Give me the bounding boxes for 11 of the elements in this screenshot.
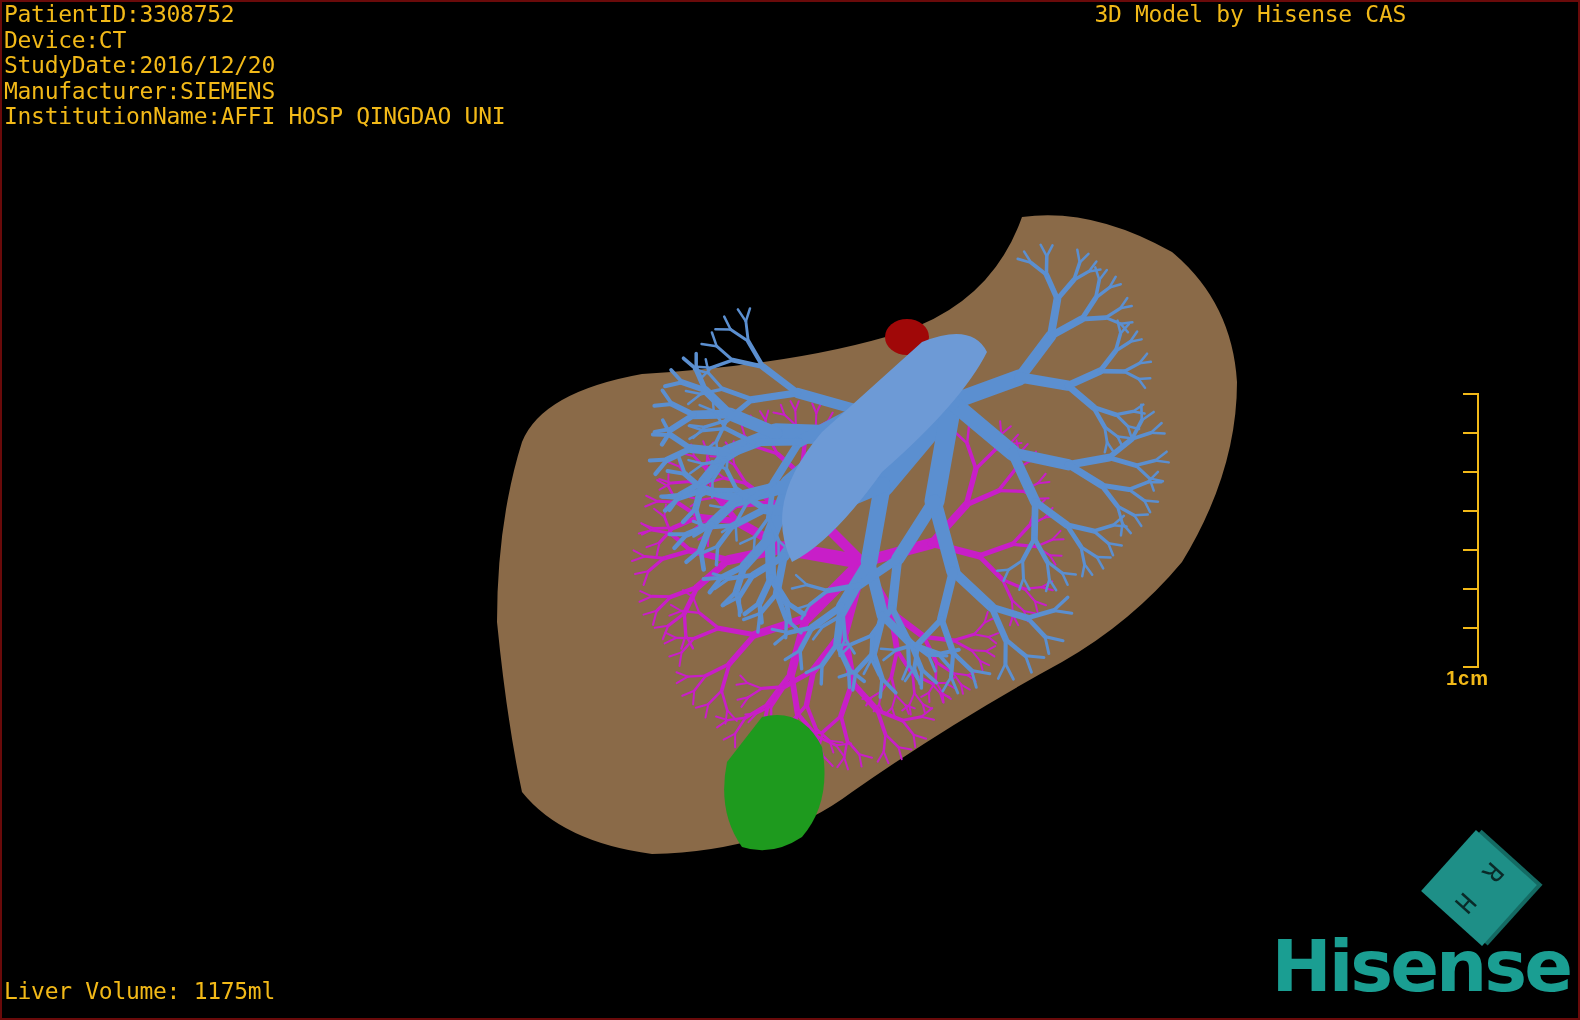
study-info-text: InstitutionName:AFFI HOSP QINGDAO UNI bbox=[4, 104, 506, 130]
liver-volume-text: Liver Volume: 1175ml bbox=[4, 978, 275, 1004]
study-info-text: Manufacturer:SIEMENS bbox=[4, 78, 276, 104]
cube-face-letter: R bbox=[1476, 856, 1510, 889]
study-info-text: StudyDate:2016/12/20 bbox=[4, 53, 276, 79]
model-credit-text: 3D Model by Hisense CAS bbox=[1094, 2, 1406, 28]
scale-bar-icon bbox=[1461, 392, 1482, 668]
scale-label: 1cm bbox=[1446, 668, 1490, 688]
study-info-text: PatientID:3308752 bbox=[4, 2, 236, 28]
study-info-text: Device:CT bbox=[4, 27, 127, 53]
cube-face-letter: H bbox=[1448, 887, 1482, 920]
